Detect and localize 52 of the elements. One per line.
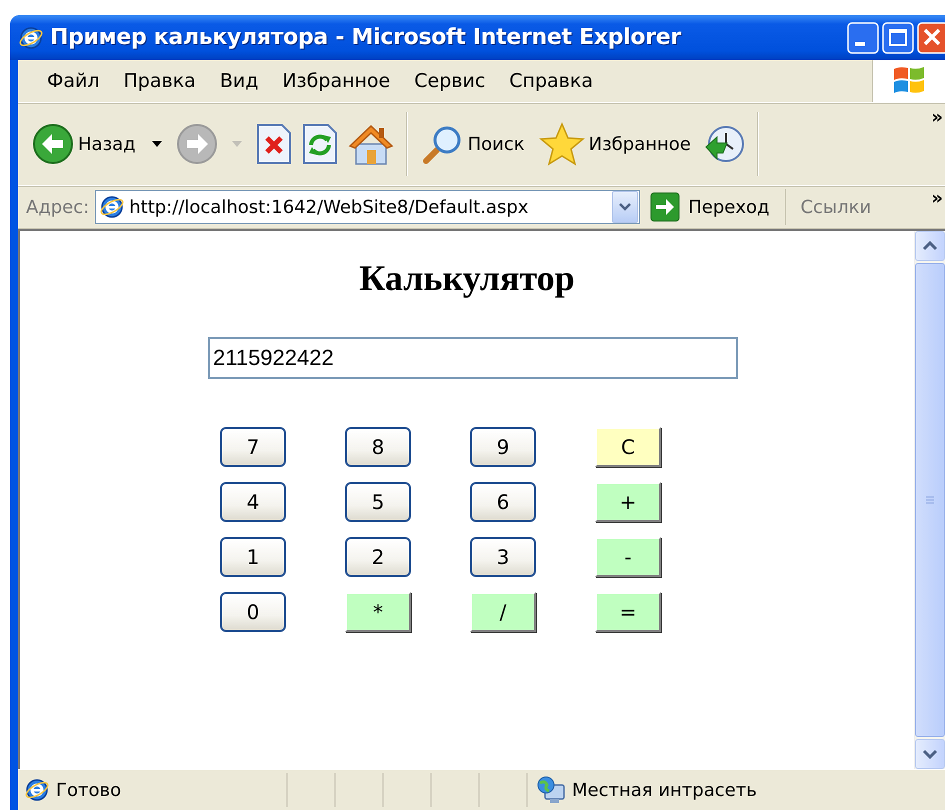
status-text: Готово: [56, 780, 122, 800]
scroll-up-icon[interactable]: [922, 241, 938, 251]
calculator-key[interactable]: =: [595, 592, 661, 632]
calculator-key[interactable]: 3: [470, 537, 536, 577]
stop-icon[interactable]: [256, 123, 292, 165]
search-button[interactable]: Поиск: [420, 121, 527, 167]
browser-icon: [18, 24, 44, 50]
calculator-key[interactable]: 4: [220, 482, 286, 522]
links-overflow-button[interactable]: »: [931, 188, 943, 209]
calculator-key[interactable]: -: [595, 537, 661, 577]
menu-item[interactable]: Справка: [497, 66, 605, 96]
calculator-key[interactable]: 1: [220, 537, 286, 577]
calculator-key[interactable]: +: [595, 482, 661, 522]
scroll-down-icon[interactable]: [922, 749, 938, 759]
toolbar-overflow-button[interactable]: »: [931, 107, 943, 128]
back-button[interactable]: Назад: [30, 121, 138, 167]
calculator-key[interactable]: 9: [470, 427, 536, 467]
calculator-key[interactable]: 2: [345, 537, 411, 577]
caret-icon[interactable]: [152, 141, 162, 147]
window-title: Пример калькулятора - Microsoft Internet Explorer: [50, 25, 682, 50]
minimize-icon[interactable]: [847, 22, 879, 54]
calculator-key[interactable]: 7: [220, 427, 286, 467]
calculator-key[interactable]: 8: [345, 427, 411, 467]
menu-item[interactable]: Правка: [112, 66, 208, 96]
page-heading: Калькулятор: [359, 257, 575, 299]
menu-item[interactable]: Сервис: [402, 66, 498, 96]
menu-item[interactable]: Вид: [208, 66, 270, 96]
history-icon[interactable]: [702, 123, 745, 165]
favorites-button[interactable]: Избранное: [536, 120, 693, 168]
scrollbar-thumb[interactable]: [915, 263, 945, 737]
home-icon[interactable]: [348, 122, 394, 166]
zone-text: Местная интрасеть: [572, 780, 757, 800]
browser-icon: [99, 194, 126, 220]
links-button[interactable]: Ссылки: [792, 196, 872, 218]
calculator-key[interactable]: *: [345, 592, 411, 632]
maximize-icon[interactable]: [882, 22, 914, 54]
calculator-key[interactable]: 0: [220, 592, 286, 632]
calculator-key[interactable]: C: [595, 427, 661, 467]
display-field[interactable]: 2115922422: [208, 337, 738, 379]
star-icon: [538, 122, 585, 166]
address-field[interactable]: http://localhost:1642/WebSite8/Default.aspx: [95, 190, 640, 224]
calculator-key[interactable]: 5: [345, 482, 411, 522]
menu-item[interactable]: Избранное: [270, 66, 402, 96]
calculator-key[interactable]: /: [470, 592, 536, 632]
browser-icon: [24, 777, 50, 803]
calculator-key[interactable]: 6: [470, 482, 536, 522]
close-icon[interactable]: [917, 22, 945, 54]
refresh-icon[interactable]: [302, 123, 338, 165]
go-button[interactable]: Переход: [688, 196, 770, 218]
address-label: Адрес:: [26, 196, 90, 218]
network-icon: [536, 775, 566, 805]
menu-item[interactable]: Файл: [35, 66, 112, 96]
